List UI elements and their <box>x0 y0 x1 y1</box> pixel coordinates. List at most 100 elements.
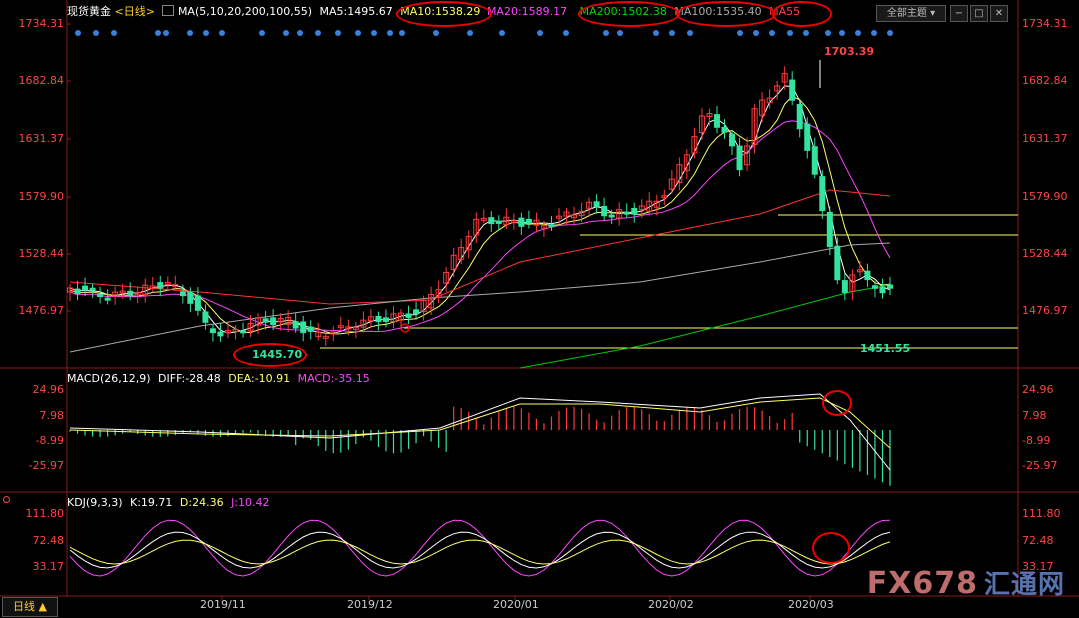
candle-body <box>879 286 886 294</box>
candle-body <box>721 126 728 133</box>
candle-body <box>488 217 495 225</box>
event-dot <box>467 30 473 36</box>
event-dot <box>335 30 341 36</box>
period-button[interactable]: 日线 ▲ <box>2 597 58 617</box>
candle-body <box>887 284 893 289</box>
ma200-line <box>519 284 891 369</box>
ma20-value: MA20:1589.17 <box>486 5 568 18</box>
macd-tick-right: -25.97 <box>1022 459 1058 472</box>
event-dot <box>563 30 569 36</box>
price-tick-left: 1476.97 <box>18 304 65 317</box>
macd-tick-left: -25.97 <box>28 459 64 472</box>
x-tick-label: 2020/01 <box>493 598 539 611</box>
kdj-k: K:19.71 <box>130 496 173 509</box>
candle-body <box>127 290 134 297</box>
highlight-oval-ma10 <box>396 1 492 27</box>
kdj-title: KDJ(9,3,3) <box>67 496 123 509</box>
kdj-j: J:10.42 <box>231 496 270 509</box>
price-chart[interactable] <box>0 0 1079 618</box>
candle-body <box>157 282 164 289</box>
candle-body <box>525 218 532 224</box>
ma-legend-icon <box>162 5 175 16</box>
macd-dea-line <box>69 397 891 449</box>
candle-body <box>382 317 389 322</box>
candle-body <box>631 207 638 215</box>
ma5-value: MA5:1495.67 <box>319 5 393 18</box>
minimize-button[interactable]: − <box>950 5 968 22</box>
candle-body <box>262 318 269 323</box>
theme-select[interactable]: 全部主题 ▾ <box>876 5 946 22</box>
event-dot <box>111 30 117 36</box>
macd-histogram <box>69 393 891 486</box>
event-dot <box>297 30 303 36</box>
event-dot <box>387 30 393 36</box>
kdj-j-line <box>69 519 891 577</box>
candle-body <box>819 176 826 212</box>
event-dot <box>499 30 505 36</box>
event-dot <box>155 30 161 36</box>
low-price-label-right: 1451.55 <box>860 342 911 355</box>
candle-body <box>375 315 382 323</box>
event-dot <box>219 30 225 36</box>
restore-button[interactable]: □ <box>970 5 988 22</box>
event-markers <box>75 30 893 36</box>
candle-body <box>789 79 796 101</box>
event-dot <box>315 30 321 36</box>
candle-body <box>202 311 209 323</box>
event-dot <box>399 30 405 36</box>
event-dot <box>803 30 809 36</box>
event-dot <box>371 30 377 36</box>
candle-body <box>240 330 247 334</box>
candle-body <box>104 297 111 301</box>
candle-body <box>834 245 841 281</box>
candle-body <box>608 214 615 218</box>
price-tick-right: 1579.90 <box>1022 190 1068 203</box>
candle-body <box>97 294 104 298</box>
price-tick-left: 1528.44 <box>18 247 65 260</box>
kdj-lines <box>69 519 891 577</box>
support-resistance-lines <box>320 214 1018 349</box>
candle-body <box>623 211 630 215</box>
event-dot <box>259 30 265 36</box>
event-dot <box>855 30 861 36</box>
price-tick-left: 1682.84 <box>18 74 65 87</box>
event-dot <box>617 30 623 36</box>
highlight-oval-kdj <box>812 532 850 564</box>
macd-title: MACD(26,12,9) <box>67 372 151 385</box>
kdj-tick-right: 72.48 <box>1022 534 1054 547</box>
highlight-oval-macd <box>822 390 852 416</box>
event-dot <box>787 30 793 36</box>
event-dot <box>769 30 775 36</box>
event-dot <box>687 30 693 36</box>
event-dot <box>75 30 81 36</box>
kdj-tick-left: 111.80 <box>25 507 65 520</box>
chart-grid <box>0 0 1079 600</box>
event-dot <box>669 30 675 36</box>
event-dot <box>187 30 193 36</box>
event-dot <box>737 30 743 36</box>
high-price-label: 1703.39 <box>824 45 875 58</box>
price-tick-left: 1631.37 <box>18 132 65 145</box>
instrument-name[interactable]: 现货黄金 <box>67 5 111 18</box>
candle-body <box>495 220 502 224</box>
kdj-tick-left: 33.17 <box>32 560 65 573</box>
highlight-oval-low <box>233 343 307 367</box>
ma55-line <box>69 189 891 305</box>
price-tick-right: 1528.44 <box>1022 247 1068 260</box>
candle-body <box>796 103 803 130</box>
x-tick-label: 2019/12 <box>347 598 393 611</box>
event-dot <box>283 30 289 36</box>
candle-body <box>292 321 299 329</box>
macd-diff-line <box>69 393 891 471</box>
event-dot <box>839 30 845 36</box>
candle-body <box>217 331 224 337</box>
candle-body <box>405 313 412 318</box>
candle-body <box>864 270 871 281</box>
candle-body <box>548 224 555 228</box>
event-dot <box>203 30 209 36</box>
highlight-oval-ma55 <box>772 1 832 27</box>
close-button[interactable]: ✕ <box>990 5 1008 22</box>
event-dot <box>163 30 169 36</box>
candle-body <box>826 211 833 248</box>
macd-tick-right: -8.99 <box>1022 434 1051 447</box>
